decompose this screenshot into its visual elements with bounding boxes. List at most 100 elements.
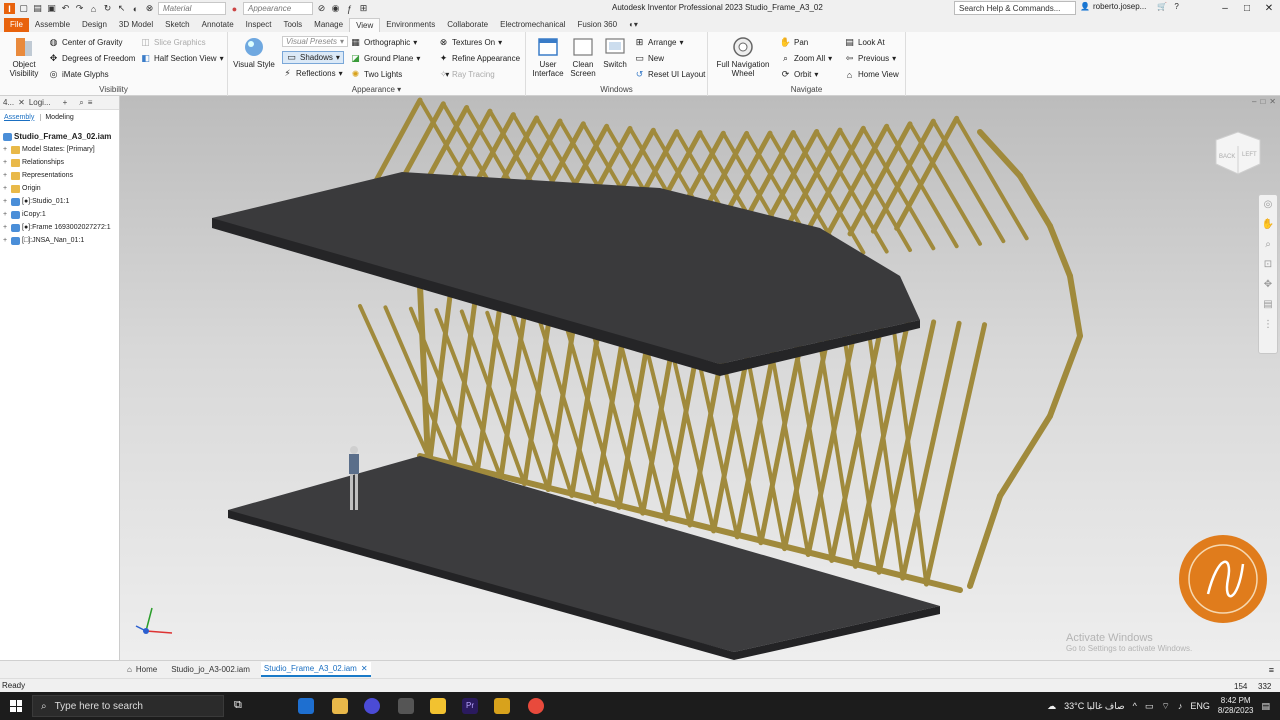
tree-node[interactable]: + Representations: [0, 169, 119, 182]
reflections-button[interactable]: ⚡ Reflections ▾: [282, 68, 342, 79]
chrome-icon[interactable]: [528, 698, 544, 714]
home-icon[interactable]: ⌂: [88, 3, 99, 14]
tree-node[interactable]: + Relationships: [0, 156, 119, 169]
redo-icon[interactable]: ↷: [74, 3, 85, 14]
switch-button[interactable]: Switch: [600, 36, 630, 69]
tab-inspect[interactable]: Inspect: [240, 18, 278, 32]
visual-presets-combo[interactable]: Visual Presets ▾: [282, 36, 349, 47]
look-at-button[interactable]: ▤ Look At: [844, 37, 884, 48]
appearance-combo[interactable]: Appearance: [243, 2, 313, 15]
tree-node[interactable]: + Model States: [Primary]: [0, 143, 119, 156]
pan-icon[interactable]: ✋: [1259, 215, 1277, 235]
minimize-viewport-icon[interactable]: –: [1252, 97, 1256, 106]
new-file-icon[interactable]: ▢: [18, 3, 29, 14]
graphics-viewport[interactable]: BACK LEFT – □ ✕ ◎ ✋ ⌕ ⊡ ✥ ▤ ⋮ Activate W…: [120, 96, 1280, 660]
language-indicator[interactable]: ENG: [1190, 701, 1210, 711]
tab-tools[interactable]: Tools: [277, 18, 308, 32]
clean-screen-button[interactable]: Clean Screen: [566, 36, 600, 78]
tab-menu-icon[interactable]: ≡: [1269, 665, 1274, 675]
premiere-pro-icon[interactable]: Pr: [462, 698, 478, 714]
tab-annotate[interactable]: Annotate: [196, 18, 240, 32]
expand-icon[interactable]: +: [3, 185, 9, 192]
degrees-of-freedom-button[interactable]: ✥ Degrees of Freedom: [48, 53, 136, 64]
tab-file[interactable]: File: [4, 18, 29, 32]
undo-icon[interactable]: ↶: [60, 3, 71, 14]
orbit-button[interactable]: ⟳ Orbit ▾: [780, 69, 819, 80]
clear-appearance-icon[interactable]: ⊘: [316, 3, 327, 14]
tab-sketch[interactable]: Sketch: [159, 18, 195, 32]
select-icon[interactable]: ↖: [116, 3, 127, 14]
maximize-viewport-icon[interactable]: □: [1260, 97, 1265, 106]
expand-icon[interactable]: +: [3, 211, 9, 218]
ground-plane-button[interactable]: ◪ Ground Plane ▾: [350, 53, 420, 64]
tree-node[interactable]: + Origin: [0, 182, 119, 195]
add-tab-icon[interactable]: +: [63, 98, 68, 107]
expand-icon[interactable]: +: [3, 198, 9, 205]
clock[interactable]: 8:42 PM 8/28/2023: [1218, 696, 1254, 716]
tree-node[interactable]: + [□]:JNSA_Nan_01:1: [0, 234, 119, 247]
inventor-logo-icon[interactable]: I: [4, 3, 15, 14]
weather-icon[interactable]: ☁: [1047, 701, 1056, 712]
expand-icon[interactable]: +: [3, 146, 9, 153]
arrange-button[interactable]: ⊞ Arrange ▾: [634, 37, 684, 48]
tray-expand-icon[interactable]: ^: [1133, 701, 1137, 711]
expand-icon[interactable]: +: [3, 224, 9, 231]
save-icon[interactable]: ▣: [46, 3, 57, 14]
home-view-button[interactable]: ⌂ Home View: [844, 69, 899, 80]
appearance-icon[interactable]: ●: [229, 3, 240, 14]
material-icon[interactable]: ⊗: [144, 3, 155, 14]
previous-view-button[interactable]: ⇦ Previous ▾: [844, 53, 896, 64]
reset-ui-layout-button[interactable]: ↺ Reset UI Layout: [634, 69, 706, 80]
file-explorer-icon[interactable]: [332, 698, 348, 714]
update-icon[interactable]: ↻: [102, 3, 113, 14]
tab-design[interactable]: Design: [76, 18, 113, 32]
media-app-icon[interactable]: [364, 698, 380, 714]
search-icon[interactable]: ⌕: [79, 98, 83, 108]
function-icon[interactable]: ƒ: [344, 3, 355, 14]
more-icon[interactable]: ⋮: [1259, 315, 1277, 335]
close-viewport-icon[interactable]: ✕: [1269, 97, 1276, 106]
close-icon[interactable]: ✕: [361, 664, 368, 673]
assembly-mode-link[interactable]: Assembly: [4, 114, 34, 121]
visual-style-button[interactable]: Visual Style: [232, 36, 276, 69]
task-view-icon[interactable]: ⧉: [234, 699, 242, 712]
windows-start-icon[interactable]: [10, 700, 22, 712]
expand-icon[interactable]: +: [3, 237, 9, 244]
tab-document[interactable]: Studio_jo_A3-002.iam: [168, 663, 253, 676]
volume-icon[interactable]: ♪: [1178, 701, 1183, 711]
parameters-icon[interactable]: ⊞: [358, 3, 369, 14]
inventor-taskbar-icon[interactable]: [494, 698, 510, 714]
menu-icon[interactable]: ≡: [88, 98, 93, 107]
help-icon[interactable]: ?: [1174, 2, 1178, 11]
close-icon[interactable]: ✕: [18, 98, 25, 107]
close-button[interactable]: ✕: [1258, 0, 1280, 17]
calculator-icon[interactable]: [398, 698, 414, 714]
expand-icon[interactable]: +: [3, 159, 9, 166]
appearance-panel-label[interactable]: Appearance ▾: [228, 85, 525, 94]
sticky-notes-icon[interactable]: [430, 698, 446, 714]
user-interface-button[interactable]: User Interface: [530, 36, 566, 78]
slice-graphics-button[interactable]: ◫ Slice Graphics: [140, 37, 205, 48]
shadows-button[interactable]: ▭ Shadows ▾: [282, 51, 344, 64]
orthographic-button[interactable]: ▦ Orthographic ▾: [350, 37, 417, 48]
tree-node[interactable]: + [●]:Studio_01:1: [0, 195, 119, 208]
color-override-icon[interactable]: ◐: [130, 3, 141, 14]
network-icon[interactable]: ⌔: [1161, 701, 1169, 712]
orbit-icon[interactable]: ✥: [1259, 275, 1277, 295]
tab-manage[interactable]: Manage: [308, 18, 349, 32]
half-section-view-button[interactable]: ◧ Half Section View ▾: [140, 53, 223, 64]
help-search-input[interactable]: Search Help & Commands...: [954, 1, 1076, 15]
tab-document-active[interactable]: Studio_Frame_A3_02.iam ✕: [260, 662, 371, 677]
ribbon-options-icon[interactable]: ◐▾: [623, 18, 644, 32]
steering-wheel-icon[interactable]: ◎: [1259, 195, 1277, 215]
tab-environments[interactable]: Environments: [380, 18, 441, 32]
browser-tab-logic[interactable]: Logi...: [29, 98, 51, 107]
zoom-icon[interactable]: ⌕: [1259, 235, 1277, 255]
tree-node[interactable]: + iCopy:1: [0, 208, 119, 221]
mail-app-icon[interactable]: [298, 698, 314, 714]
minimize-button[interactable]: –: [1214, 0, 1236, 17]
tab-home[interactable]: ⌂ Home: [124, 663, 160, 676]
expand-icon[interactable]: +: [3, 172, 9, 179]
tab-3d-model[interactable]: 3D Model: [113, 18, 159, 32]
browser-tab-model[interactable]: 4...: [3, 98, 14, 107]
